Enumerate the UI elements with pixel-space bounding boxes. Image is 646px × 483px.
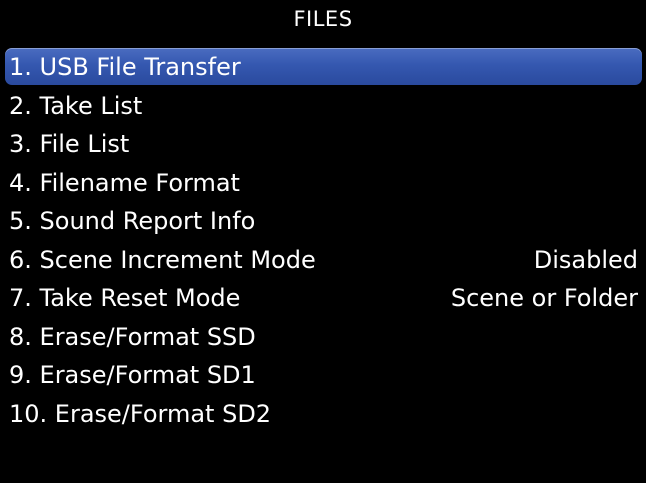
- menu-item-scene-increment-mode[interactable]: 6. Scene Increment Mode Disabled: [0, 241, 646, 280]
- files-menu: 1. USB File Transfer 2. Take List 3. Fil…: [0, 48, 646, 433]
- menu-item-label: 6. Scene Increment Mode: [9, 245, 316, 274]
- menu-item-sound-report-info[interactable]: 5. Sound Report Info: [0, 202, 646, 241]
- menu-item-erase-format-sd2[interactable]: 10. Erase/Format SD2: [0, 395, 646, 434]
- menu-item-erase-format-sd1[interactable]: 9. Erase/Format SD1: [0, 356, 646, 395]
- screen-title: FILES: [293, 7, 353, 31]
- menu-item-label: 3. File List: [9, 130, 130, 159]
- menu-item-value: Scene or Folder: [450, 284, 638, 313]
- menu-item-label: 4. Filename Format: [9, 168, 240, 197]
- device-screen: FILES 1. USB File Transfer 2. Take List …: [0, 0, 646, 483]
- menu-item-label: 10. Erase/Format SD2: [9, 399, 272, 428]
- menu-item-value: Disabled: [533, 245, 638, 274]
- menu-item-usb-file-transfer[interactable]: 1. USB File Transfer: [5, 48, 642, 85]
- menu-item-label: 7. Take Reset Mode: [9, 284, 241, 313]
- menu-item-file-list[interactable]: 3. File List: [0, 125, 646, 164]
- menu-item-take-reset-mode[interactable]: 7. Take Reset Mode Scene or Folder: [0, 279, 646, 318]
- menu-item-label: 5. Sound Report Info: [9, 207, 256, 236]
- menu-item-filename-format[interactable]: 4. Filename Format: [0, 164, 646, 203]
- menu-item-label: 9. Erase/Format SD1: [9, 361, 256, 390]
- menu-item-erase-format-ssd[interactable]: 8. Erase/Format SSD: [0, 318, 646, 357]
- menu-item-label: 2. Take List: [9, 91, 143, 120]
- menu-item-take-list[interactable]: 2. Take List: [0, 87, 646, 126]
- menu-item-label: 8. Erase/Format SSD: [9, 322, 256, 351]
- menu-item-label: 1. USB File Transfer: [9, 52, 241, 81]
